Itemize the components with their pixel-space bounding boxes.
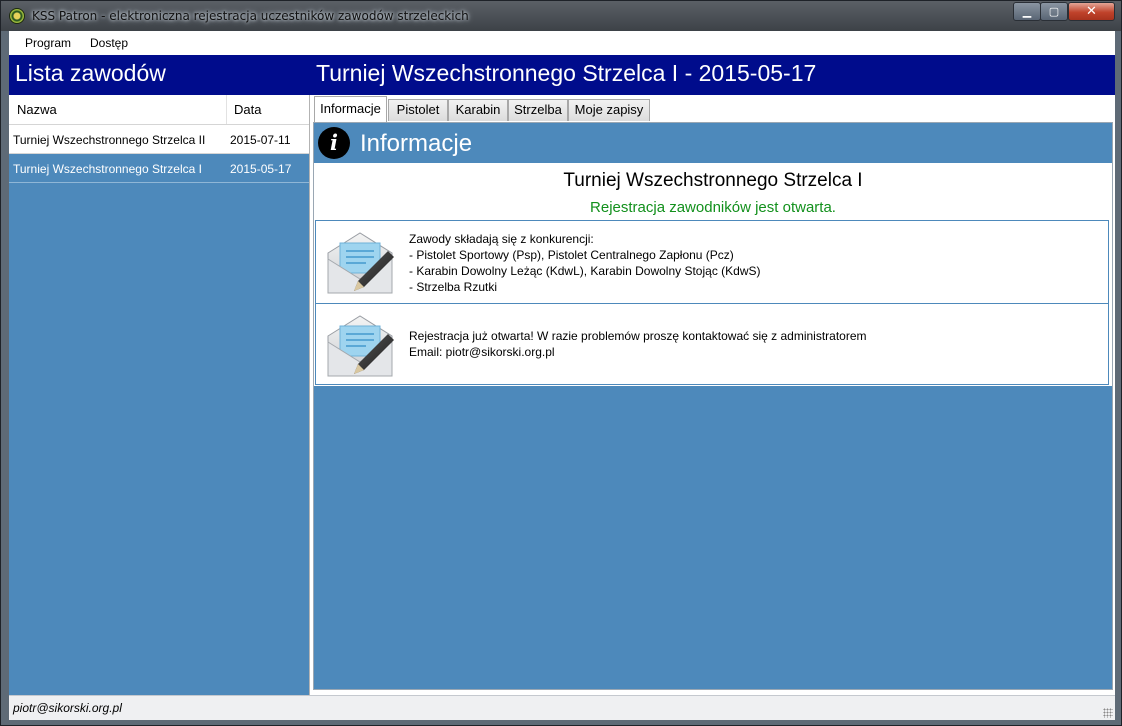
- list-item-selected[interactable]: Turniej Wszechstronnego Strzelca I 2015-…: [9, 154, 309, 183]
- tab-informacje[interactable]: Informacje: [314, 96, 387, 122]
- info-card-registration: Rejestracja już otwarta! W razie problem…: [315, 303, 1109, 385]
- menu-dostep[interactable]: Dostęp: [90, 36, 128, 50]
- minimize-button[interactable]: ▁: [1013, 2, 1041, 21]
- list-header: Nazwa Data: [9, 95, 309, 125]
- competition-date: 2015-07-11: [230, 133, 291, 147]
- client-area: Program Dostęp Lista zawodów Turniej Wsz…: [9, 31, 1115, 720]
- column-divider[interactable]: [226, 95, 227, 124]
- registration-line: Rejestracja już otwarta! W razie problem…: [409, 329, 867, 343]
- envelope-pencil-icon: [327, 315, 394, 377]
- title-bar[interactable]: KSS Patron - elektroniczna rejestracja u…: [1, 1, 1121, 31]
- competition-name-heading: Turniej Wszechstronnego Strzelca I: [563, 170, 863, 191]
- disciplines-line: Zawody składają się z konkurencji:: [409, 232, 594, 246]
- info-card-disciplines: Zawody składają się z konkurencji: - Pis…: [315, 220, 1109, 304]
- column-header-date[interactable]: Data: [234, 102, 261, 117]
- competition-list: Nazwa Data Turniej Wszechstronnego Strze…: [9, 95, 310, 695]
- info-body: Turniej Wszechstronnego Strzelca I Rejes…: [314, 163, 1112, 386]
- menu-bar: Program Dostęp: [9, 31, 1115, 56]
- close-button[interactable]: ✕: [1068, 2, 1115, 21]
- column-header-name[interactable]: Nazwa: [17, 102, 57, 117]
- info-tab-content: i Informacje Turniej Wszechstronnego Str…: [313, 122, 1113, 690]
- info-heading: Informacje: [360, 130, 473, 157]
- tab-karabin[interactable]: Karabin: [448, 99, 508, 121]
- envelope-pencil-icon: [327, 232, 394, 294]
- competition-list-title: Lista zawodów: [15, 60, 166, 86]
- competition-name: Turniej Wszechstronnego Strzelca I: [13, 162, 202, 176]
- contact-email: Email: piotr@sikorski.org.pl: [409, 345, 555, 359]
- selected-competition-title: Turniej Wszechstronnego Strzelca I - 201…: [316, 60, 817, 86]
- info-icon: i: [318, 127, 350, 159]
- tab-bar: Informacje Pistolet Karabin Strzelba Moj…: [311, 95, 1115, 122]
- tab-moje-zapisy[interactable]: Moje zapisy: [568, 99, 650, 121]
- disciplines-line: - Karabin Dowolny Leżąc (KdwL), Karabin …: [409, 264, 761, 278]
- disciplines-line: - Strzelba Rzutki: [409, 280, 498, 294]
- tab-strzelba[interactable]: Strzelba: [508, 99, 568, 121]
- window-title: KSS Patron - elektroniczna rejestracja u…: [32, 9, 469, 23]
- registration-text: Rejestracja już otwarta! W razie problem…: [409, 328, 867, 360]
- status-bar: piotr@sikorski.org.pl: [9, 695, 1115, 720]
- app-window: KSS Patron - elektroniczna rejestracja u…: [0, 0, 1122, 726]
- competition-name: Turniej Wszechstronnego Strzelca II: [13, 133, 206, 147]
- menu-program[interactable]: Program: [25, 36, 71, 50]
- list-item[interactable]: Turniej Wszechstronnego Strzelca II 2015…: [9, 125, 309, 154]
- resize-grip-icon[interactable]: [1103, 708, 1113, 718]
- details-panel: Informacje Pistolet Karabin Strzelba Moj…: [311, 95, 1115, 695]
- disciplines-line: - Pistolet Sportowy (Psp), Pistolet Cent…: [409, 248, 734, 262]
- competition-date: 2015-05-17: [230, 162, 292, 176]
- app-logo-icon: [9, 8, 25, 24]
- disciplines-text: Zawody składają się z konkurencji: - Pis…: [409, 231, 761, 295]
- maximize-button[interactable]: ▢: [1040, 2, 1068, 21]
- info-banner: i Informacje: [314, 123, 1112, 163]
- tab-pistolet[interactable]: Pistolet: [388, 99, 448, 121]
- header-bar: Lista zawodów Turniej Wszechstronnego St…: [9, 55, 1115, 95]
- logged-in-user: piotr@sikorski.org.pl: [13, 701, 122, 715]
- registration-status: Rejestracja zawodników jest otwarta.: [590, 199, 836, 216]
